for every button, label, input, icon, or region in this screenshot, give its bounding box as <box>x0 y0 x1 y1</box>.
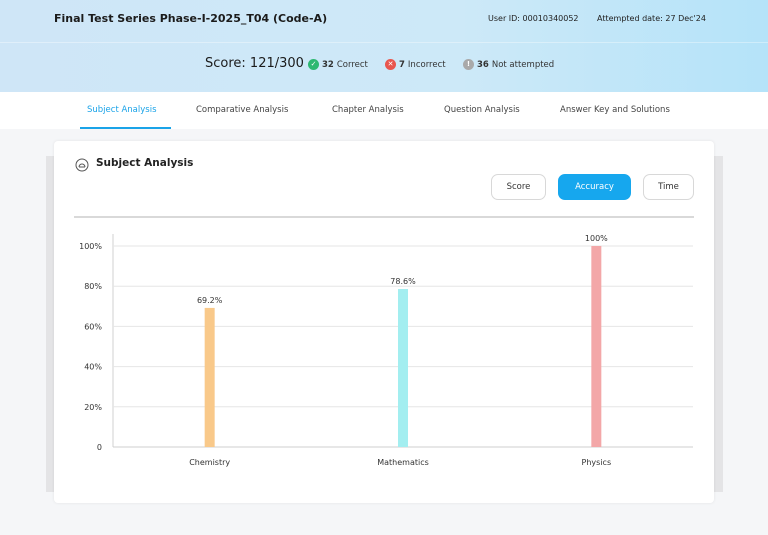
y-tick-label: 0 <box>97 443 102 452</box>
attempted-date: Attempted date: 27 Dec'24 <box>597 14 706 23</box>
tab-question-analysis[interactable]: Question Analysis <box>444 105 520 115</box>
bar-mathematics <box>398 289 408 447</box>
y-tick-label: 60% <box>84 322 102 331</box>
x-category-label: Chemistry <box>189 458 230 467</box>
test-title: Final Test Series Phase-I-2025_T04 (Code… <box>54 12 328 25</box>
not-attempted-stat: ! 36 Not attempted <box>463 59 554 70</box>
analysis-tabs: Subject Analysis Comparative Analysis Ch… <box>0 92 768 129</box>
x-category-label: Physics <box>582 458 612 467</box>
not-attempted-label: Not attempted <box>491 59 555 70</box>
card-shadow-right <box>714 156 723 492</box>
tab-answer-key-solutions[interactable]: Answer Key and Solutions <box>560 105 670 115</box>
bar-value-label: 78.6% <box>390 277 416 286</box>
accuracy-bar-chart: 0 20% 40% 60% 80% 100% 69.2% Chemistry 78.6% Math… <box>79 234 693 467</box>
tab-chapter-analysis[interactable]: Chapter Analysis <box>332 105 404 115</box>
header-banner: Final Test Series Phase-I-2025_T04 (Code… <box>0 0 768 92</box>
incorrect-count: 7 <box>399 59 405 70</box>
y-tick-label: 20% <box>84 403 102 412</box>
tab-comparative-analysis[interactable]: Comparative Analysis <box>196 105 288 115</box>
score-summary: Score: 121/300 ✓ 32 Correct ✕ 7 Incorrec… <box>0 55 768 75</box>
bar-value-label: 69.2% <box>197 296 223 305</box>
user-id: User ID: 00010340052 <box>488 14 579 23</box>
bar-chemistry <box>204 307 215 447</box>
x-category-label: Mathematics <box>377 458 429 467</box>
bar-physics <box>591 246 602 447</box>
exclamation-circle-icon: ! <box>463 59 474 70</box>
active-tab-indicator <box>80 127 171 129</box>
correct-count: 32 <box>322 59 334 70</box>
tab-subject-analysis[interactable]: Subject Analysis <box>87 105 157 115</box>
incorrect-label: Incorrect <box>407 59 446 70</box>
incorrect-stat: ✕ 7 Incorrect <box>385 59 446 70</box>
y-tick-label: 40% <box>84 363 102 372</box>
bar-value-label: 100% <box>585 234 608 243</box>
card-shadow-left <box>46 156 54 492</box>
y-tick-label: 80% <box>84 282 102 291</box>
header-divider <box>0 42 768 43</box>
y-tick-label: 100% <box>79 242 102 251</box>
score-text: Score: 121/300 <box>205 56 304 71</box>
check-circle-icon: ✓ <box>308 59 319 70</box>
correct-label: Correct <box>336 59 368 70</box>
cross-circle-icon: ✕ <box>385 59 396 70</box>
correct-stat: ✓ 32 Correct <box>308 59 368 70</box>
not-attempted-count: 36 <box>477 59 489 70</box>
